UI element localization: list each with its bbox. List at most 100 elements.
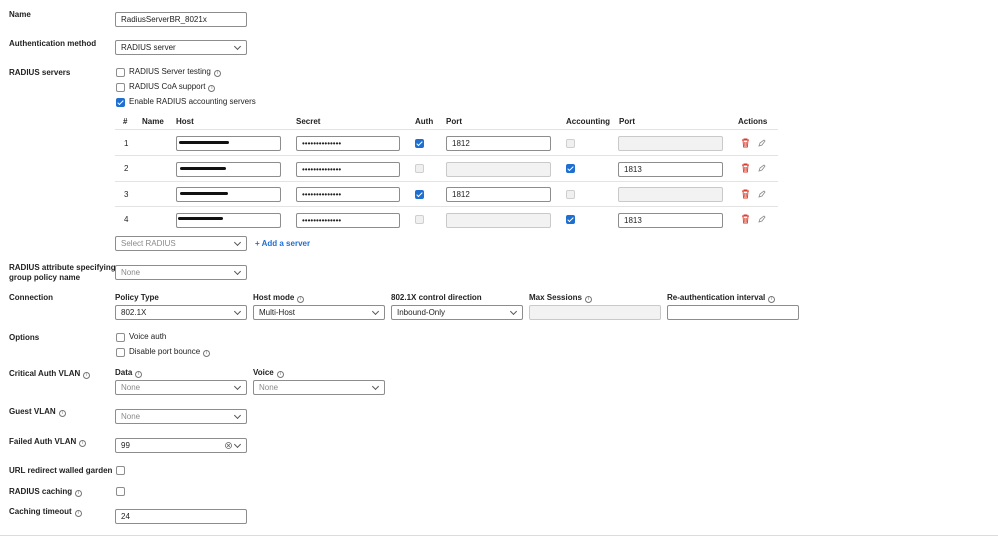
voice-auth-checkbox[interactable] [116,333,125,342]
clear-icon[interactable] [225,442,232,449]
critical-data-select[interactable]: None [115,380,247,395]
row-number: 2 [124,164,129,173]
plus-icon: + [255,239,262,248]
info-icon[interactable]: i [83,372,91,379]
accounting-checkbox[interactable] [566,215,575,224]
info-icon[interactable]: i [58,410,66,417]
auth-method-select[interactable]: RADIUS server [115,40,247,55]
info-icon[interactable]: i [213,70,221,77]
redaction-mark [179,141,229,144]
acct-port-input[interactable] [618,136,723,151]
trash-icon[interactable] [741,138,750,148]
row-number: 1 [124,139,129,148]
info-icon[interactable]: i [74,510,82,517]
row-number: 3 [124,190,129,199]
row-divider [115,206,778,207]
failed-auth-vlan-label: Failed Auth VLAN i [9,437,87,447]
accounting-checkbox[interactable] [566,190,575,199]
info-icon[interactable]: i [203,350,211,357]
auth-checkbox[interactable] [415,139,424,148]
guest-vlan-value: None [121,412,141,421]
control-direction-value: Inbound-Only [397,308,446,317]
chevron-down-icon [233,238,242,247]
col-acct-port: Port [619,117,635,126]
disable-port-bounce-label: Disable port bounce i [129,347,211,357]
host-mode-select[interactable]: Multi-Host [253,305,385,320]
pencil-icon[interactable] [758,215,766,223]
auth-checkbox[interactable] [415,215,424,224]
acct-port-input[interactable]: 1813 [618,162,723,177]
enable-accounting-label: Enable RADIUS accounting servers [129,97,256,106]
enable-accounting-checkbox[interactable] [116,98,125,107]
max-sessions-label: Max Sessions i [529,293,592,303]
col-name: Name [142,117,164,126]
row-divider [115,181,778,182]
pencil-icon[interactable] [758,190,766,198]
info-icon[interactable]: i [79,440,87,447]
chevron-down-icon [233,307,242,316]
select-radius-dropdown[interactable]: Select RADIUS [115,236,247,251]
radius-coa-checkbox[interactable] [116,83,125,92]
info-icon[interactable]: i [584,296,592,303]
host-input[interactable] [176,213,281,228]
info-icon[interactable]: i [75,490,83,497]
max-sessions-input[interactable] [529,305,661,320]
critical-data-label: Data i [115,368,143,378]
acct-port-input[interactable] [618,187,723,202]
critical-auth-vlan-label: Critical Auth VLAN i [9,369,91,379]
info-icon[interactable]: i [135,371,143,378]
radius-servers-label: RADIUS servers [9,68,71,77]
auth-port-input[interactable]: 1812 [446,187,551,202]
critical-voice-label: Voice i [253,368,284,378]
chevron-down-icon [233,267,242,276]
add-server-link[interactable]: + Add a server [255,239,310,248]
col-accounting: Accounting [566,117,610,126]
group-policy-select[interactable]: None [115,265,247,280]
url-redirect-checkbox[interactable] [116,466,125,475]
auth-port-input[interactable] [446,213,551,228]
radius-server-testing-checkbox[interactable] [116,68,125,77]
info-icon[interactable]: i [297,296,305,303]
trash-icon[interactable] [741,163,750,173]
policy-type-value: 802.1X [121,308,147,317]
reauth-interval-input[interactable] [667,305,799,320]
col-host: Host [176,117,194,126]
chevron-down-icon [371,307,380,316]
disable-port-bounce-checkbox[interactable] [116,348,125,357]
failed-auth-vlan-select[interactable]: 99 [115,438,247,453]
acct-port-input[interactable]: 1813 [618,213,723,228]
auth-checkbox[interactable] [415,164,424,173]
secret-input[interactable]: •••••••••••••• [296,136,400,151]
accounting-checkbox[interactable] [566,139,575,148]
table-divider [115,129,778,130]
auth-port-input[interactable]: 1812 [446,136,551,151]
info-icon[interactable]: i [768,296,776,303]
critical-voice-select[interactable]: None [253,380,385,395]
chevron-down-icon [233,42,242,51]
name-input[interactable]: RadiusServerBR_8021x [115,12,247,27]
pencil-icon[interactable] [758,139,766,147]
secret-input[interactable]: •••••••••••••• [296,162,400,177]
trash-icon[interactable] [741,214,750,224]
radius-caching-checkbox[interactable] [116,487,125,496]
bottom-divider [0,535,998,536]
critical-data-value: None [121,383,141,392]
auth-port-input[interactable] [446,162,551,177]
policy-type-select[interactable]: 802.1X [115,305,247,320]
policy-type-label: Policy Type [115,293,159,302]
trash-icon[interactable] [741,189,750,199]
col-auth-port: Port [446,117,462,126]
secret-input[interactable]: •••••••••••••• [296,213,400,228]
group-policy-value: None [121,268,141,277]
row-number: 4 [124,215,129,224]
accounting-checkbox[interactable] [566,164,575,173]
guest-vlan-select[interactable]: None [115,409,247,424]
info-icon[interactable]: i [208,85,216,92]
pencil-icon[interactable] [758,164,766,172]
info-icon[interactable]: i [276,371,284,378]
guest-vlan-label: Guest VLAN i [9,407,66,417]
secret-input[interactable]: •••••••••••••• [296,187,400,202]
control-direction-select[interactable]: Inbound-Only [391,305,523,320]
caching-timeout-input[interactable]: 24 [115,509,247,524]
auth-checkbox[interactable] [415,190,424,199]
